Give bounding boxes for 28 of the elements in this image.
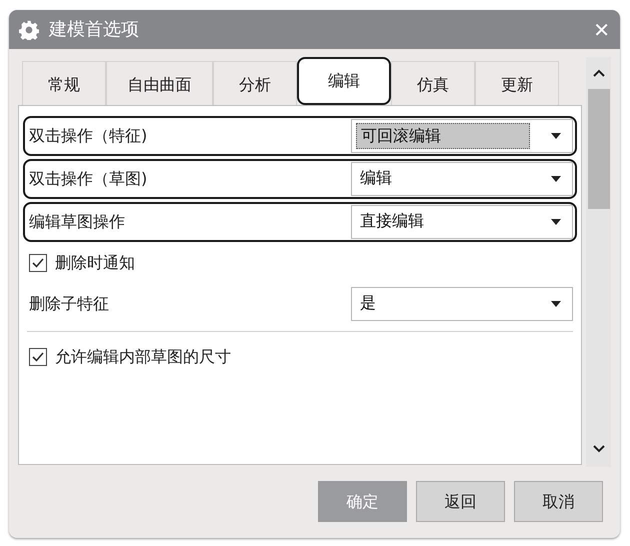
dropdown[interactable]: 直接编辑 [351,205,573,239]
dialog-button[interactable]: 取消 [514,481,603,522]
check-icon [31,350,45,364]
dialog-button[interactable]: 返回 [416,481,505,522]
caret-icon [550,218,562,226]
scroll-thumb[interactable] [588,89,610,209]
option-label: 编辑草图操作 [29,211,126,233]
checkbox-option[interactable]: 允许编辑内部草图的尺寸 [23,339,577,375]
option-label: 双击操作（草图) [29,168,148,190]
dropdown[interactable]: 可回滚编辑 [351,119,573,153]
scroll-down-icon[interactable] [592,445,604,453]
settings-icon [19,20,39,40]
dropdown[interactable]: 编辑 [351,162,573,196]
caret-icon [550,132,562,140]
close-button[interactable]: ✕ [591,20,612,40]
caret-icon [550,300,562,308]
scroll-up-icon[interactable] [592,69,604,77]
tab[interactable]: 编辑 [297,57,391,105]
checkbox[interactable] [29,254,47,272]
caret-icon [550,175,562,183]
check-icon [31,256,45,270]
window-title: 建模首选项 [49,18,140,42]
checkbox-option[interactable]: 删除时通知 [23,245,577,281]
checkbox[interactable] [29,348,47,366]
option-label: 双击操作（特征) [29,125,148,147]
option-label: 删除子特征 [29,293,110,315]
scrollbar[interactable] [586,57,611,467]
dropdown[interactable]: 是 [351,287,573,321]
